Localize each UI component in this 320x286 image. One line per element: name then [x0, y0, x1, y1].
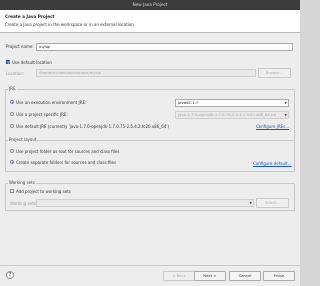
jre-default-radio[interactable] — [10, 124, 14, 128]
layout-separate-label: Create separate folders for sources and … — [16, 160, 117, 165]
cancel-button[interactable]: Cancel — [229, 271, 261, 281]
project-layout-group-title: Project layout — [8, 137, 38, 142]
add-working-sets-label: Add project to working sets — [16, 189, 71, 194]
back-button[interactable]: < Back — [163, 271, 195, 281]
next-button[interactable]: Next > — [194, 271, 226, 281]
wizard-body: Project name: mysql Use default location… — [0, 33, 300, 265]
browse-button[interactable]: Browse... — [258, 68, 291, 78]
wizard-footer: ? < Back Next > Cancel Finish — [0, 265, 300, 286]
chevron-down-icon: ▼ — [284, 113, 287, 117]
configure-default-link[interactable]: Configure default... — [253, 161, 292, 166]
use-default-location-checkbox[interactable] — [6, 60, 11, 65]
jre-env-radio[interactable] — [10, 100, 14, 104]
jre-group-title: JRE — [8, 86, 17, 91]
layout-folder-radio[interactable] — [10, 149, 14, 153]
help-icon[interactable]: ? — [6, 271, 14, 279]
configure-jres-link[interactable]: Configure JREs... — [256, 124, 289, 129]
window-titlebar: New Java Project — [0, 0, 300, 10]
add-working-sets-checkbox[interactable] — [10, 189, 14, 193]
layout-separate-radio[interactable] — [10, 160, 14, 164]
select-working-sets-button[interactable]: Select... — [256, 198, 289, 208]
chevron-down-icon: ▼ — [249, 201, 252, 205]
window-title: New Java Project — [132, 2, 168, 7]
jre-specific-label: Use a project specific JRE: — [16, 112, 68, 117]
wizard-description: Create a Java project in the workspace o… — [5, 22, 136, 27]
finish-button[interactable]: Finish — [263, 271, 295, 281]
working-sets-group-title: Working sets — [8, 180, 36, 185]
project-layout-group — [5, 140, 295, 172]
jre-env-select[interactable]: JavaSE-1.7 ▼ — [175, 99, 289, 107]
jre-specific-select[interactable]: java-1.7.0-openjdk-1.7.0.75-2.5.4.2.fc20… — [175, 111, 289, 119]
jre-env-label: Use an execution environment JRE: — [16, 100, 87, 105]
chevron-down-icon: ▼ — [284, 101, 287, 105]
project-name-label: Project name: — [6, 44, 34, 49]
working-sets-select[interactable]: ▼ — [36, 199, 254, 207]
location-input[interactable]: /home/student/workspace/mysql — [36, 69, 256, 77]
layout-folder-label: Use project folder as root for sources a… — [16, 149, 120, 154]
working-sets-label: Working sets: — [10, 201, 38, 206]
location-label: Location: — [6, 71, 25, 76]
project-name-input[interactable]: mysql — [36, 43, 293, 51]
wizard-title: Create a Java Project — [5, 14, 55, 19]
jre-specific-radio[interactable] — [10, 112, 14, 116]
jre-default-label: Use default JRE (currently 'java-1.7.0-o… — [16, 124, 170, 129]
wizard-header: Create a Java Project Create a Java proj… — [0, 10, 300, 33]
use-default-location-label: Use default location — [12, 60, 52, 65]
